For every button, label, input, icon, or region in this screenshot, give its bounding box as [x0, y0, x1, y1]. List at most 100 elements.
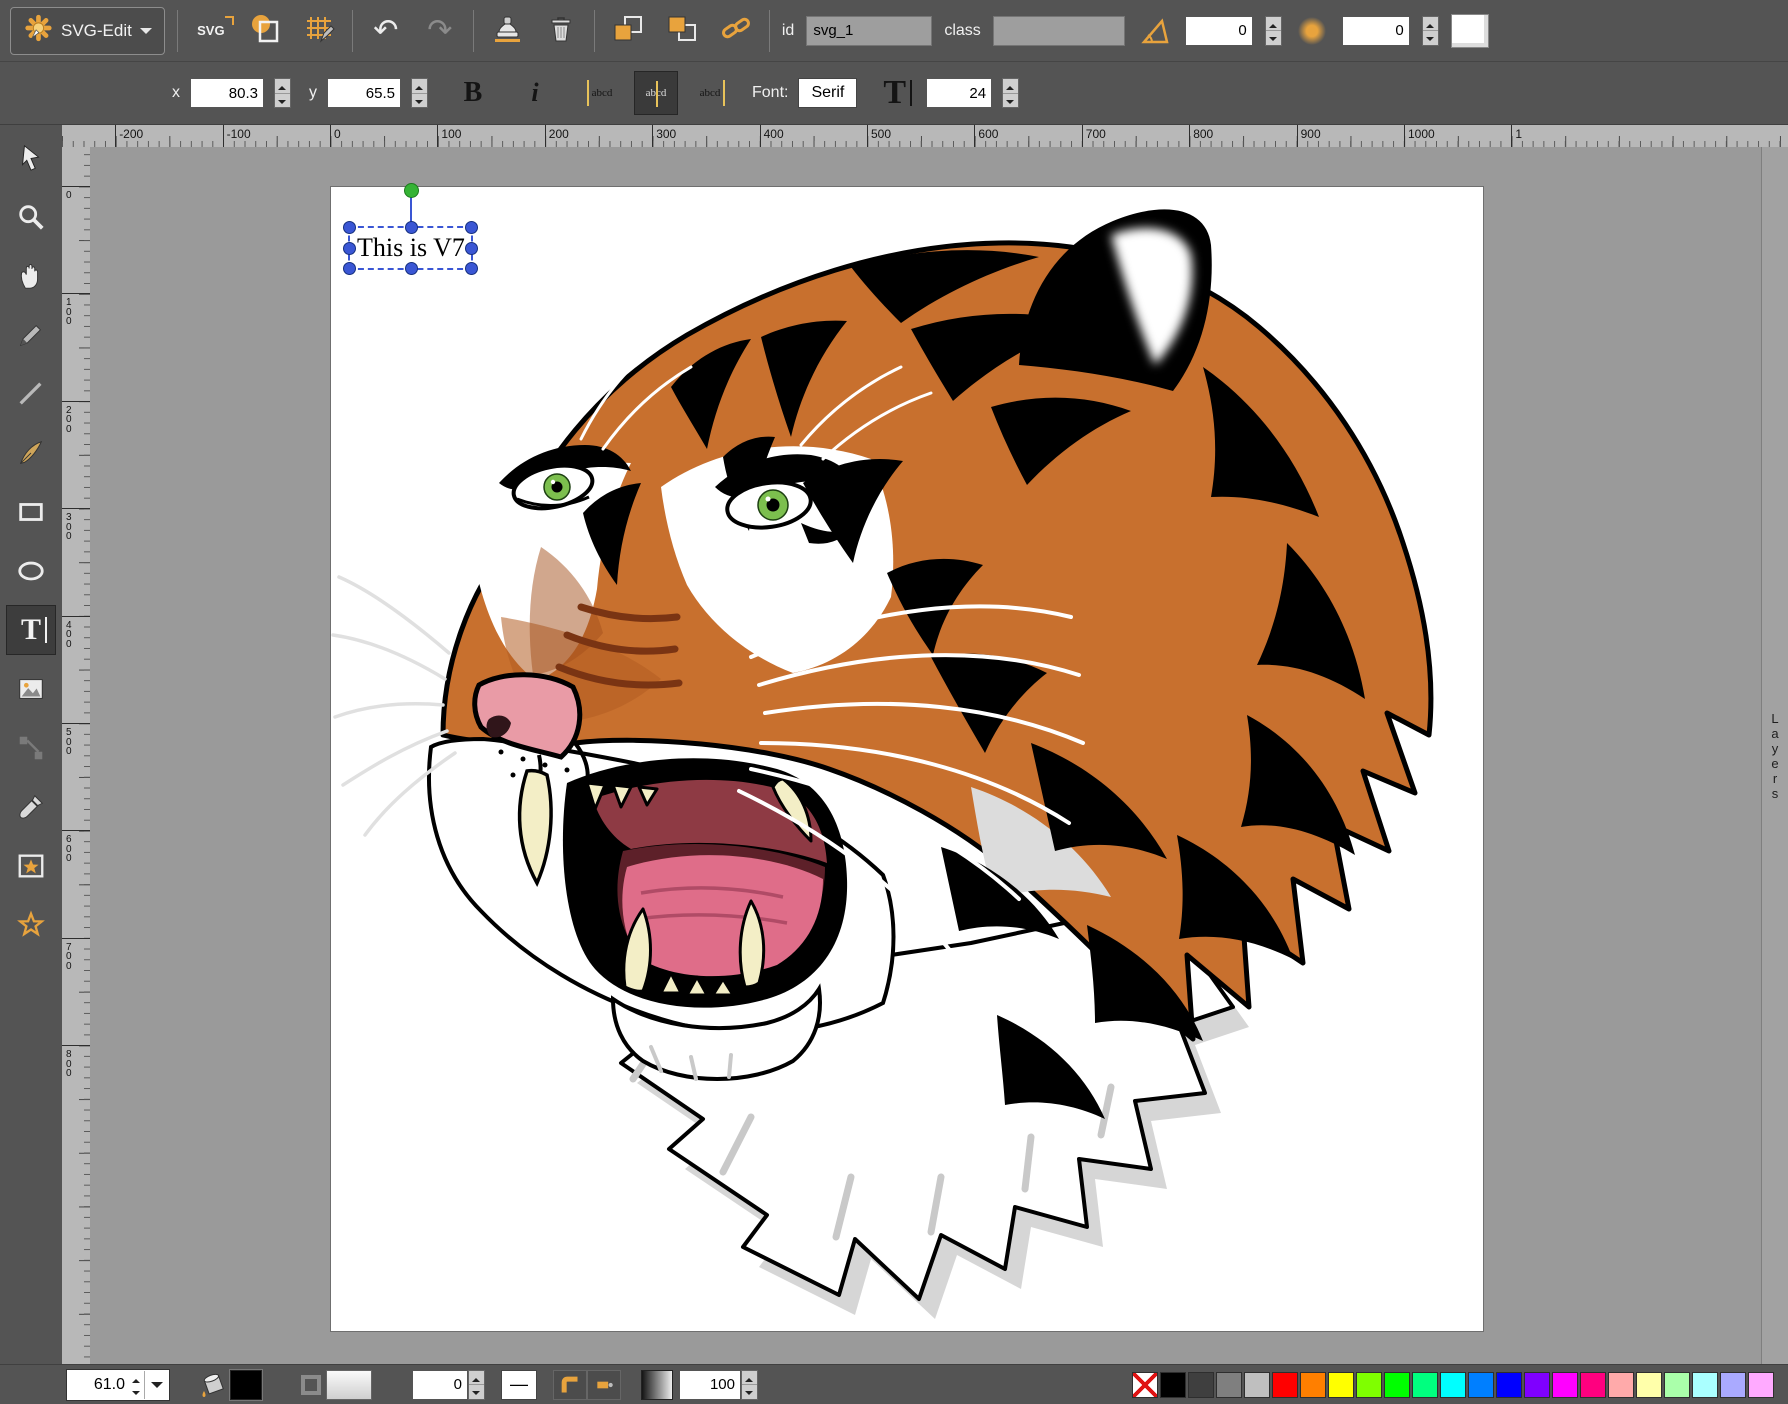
stroke-color-swatch[interactable] — [326, 1370, 372, 1400]
ruler-tick — [1404, 125, 1405, 147]
angle-spinner[interactable] — [1265, 16, 1282, 46]
palette-swatch[interactable] — [1496, 1372, 1522, 1398]
ellipse-tool[interactable] — [6, 546, 56, 596]
palette-swatch[interactable] — [1328, 1372, 1354, 1398]
palette-swatch[interactable] — [1412, 1372, 1438, 1398]
blur-spinner[interactable] — [1422, 16, 1439, 46]
palette-swatch[interactable] — [1160, 1372, 1186, 1398]
stroke-linecap-button[interactable] — [587, 1370, 621, 1400]
palette-swatch[interactable] — [1692, 1372, 1718, 1398]
text-anchor-middle-button[interactable]: abcd — [634, 71, 678, 115]
stroke-icon — [296, 1370, 326, 1400]
svg-canvas[interactable]: This is V7 — [330, 186, 1484, 1332]
palette-swatch[interactable] — [1440, 1372, 1466, 1398]
y-input[interactable] — [327, 78, 401, 108]
zoom-tool[interactable] — [6, 192, 56, 242]
star-tool[interactable] — [6, 900, 56, 950]
palette-swatch[interactable] — [1356, 1372, 1382, 1398]
redo-button[interactable]: ↷ — [419, 8, 461, 54]
fill-color-swatch[interactable] — [230, 1370, 262, 1400]
palette-swatch[interactable] — [1636, 1372, 1662, 1398]
zoom-control[interactable]: 61.0 — [66, 1369, 170, 1401]
blur-input[interactable] — [1342, 16, 1410, 46]
line-tool[interactable] — [6, 369, 56, 419]
x-input[interactable] — [190, 78, 264, 108]
palette-swatch[interactable] — [1552, 1372, 1578, 1398]
source-editor-button[interactable]: SVG — [190, 8, 232, 54]
zoom-dropdown-caret-icon[interactable] — [144, 1371, 169, 1399]
selection-handle-w[interactable] — [343, 242, 356, 255]
palette-swatch[interactable] — [1608, 1372, 1634, 1398]
palette-swatch-none[interactable] — [1132, 1372, 1158, 1398]
stroke-width-spinner[interactable] — [468, 1370, 485, 1400]
link-button[interactable] — [715, 8, 757, 54]
preferences-button[interactable] — [298, 8, 340, 54]
path-tool[interactable] — [6, 428, 56, 478]
palette-swatch[interactable] — [1720, 1372, 1746, 1398]
delete-button[interactable] — [540, 8, 582, 54]
document-properties-button[interactable] — [244, 8, 286, 54]
move-to-bottom-button[interactable] — [607, 8, 649, 54]
selection-handle-s[interactable] — [405, 262, 418, 275]
anchor-end-label: abcd — [700, 87, 721, 99]
rectangle-tool[interactable] — [6, 487, 56, 537]
bold-button[interactable]: B — [452, 70, 494, 116]
palette-swatch[interactable] — [1244, 1372, 1270, 1398]
selection-handle-ne[interactable] — [465, 221, 478, 234]
palette-swatch[interactable] — [1188, 1372, 1214, 1398]
opacity-gradient-swatch[interactable] — [641, 1370, 673, 1400]
stroke-width-input[interactable] — [412, 1370, 468, 1400]
text-anchor-end-button[interactable]: abcd — [688, 71, 732, 115]
font-label: Font: — [752, 84, 788, 102]
stroke-dash-button[interactable]: — — [501, 1370, 537, 1400]
eyedropper-tool[interactable] — [6, 782, 56, 832]
select-tool[interactable] — [6, 133, 56, 183]
palette-swatch[interactable] — [1468, 1372, 1494, 1398]
app-title: SVG-Edit — [61, 21, 132, 41]
font-size-spinner[interactable] — [1002, 78, 1019, 108]
logo-icon — [23, 13, 53, 48]
image-tool[interactable] — [6, 664, 56, 714]
move-to-top-button[interactable] — [661, 8, 703, 54]
font-family-button[interactable]: Serif — [798, 78, 857, 108]
id-input[interactable] — [806, 16, 932, 46]
connector-tool[interactable] — [6, 723, 56, 773]
selection-handle-sw[interactable] — [343, 262, 356, 275]
opacity-input[interactable] — [679, 1370, 741, 1400]
pan-tool[interactable] — [6, 251, 56, 301]
palette-swatch[interactable] — [1272, 1372, 1298, 1398]
main-menu-button[interactable]: SVG-Edit — [10, 7, 165, 55]
palette-swatch[interactable] — [1216, 1372, 1242, 1398]
class-input[interactable] — [993, 16, 1125, 46]
text-tool[interactable]: T — [6, 605, 56, 655]
shape-library-tool[interactable] — [6, 841, 56, 891]
angle-input[interactable] — [1185, 16, 1253, 46]
zoom-spinner[interactable] — [129, 1371, 144, 1399]
canvas-workspace[interactable]: This is V7 L a y e r s — [90, 147, 1788, 1364]
palette-swatch[interactable] — [1748, 1372, 1774, 1398]
palette-swatch[interactable] — [1384, 1372, 1410, 1398]
ruler-label: -100 — [227, 127, 251, 141]
palette-swatch[interactable] — [1300, 1372, 1326, 1398]
layers-panel-tab[interactable]: L a y e r s — [1761, 147, 1788, 1364]
text-anchor-start-button[interactable]: abcd — [580, 71, 624, 115]
y-spinner[interactable] — [411, 78, 428, 108]
font-size-input[interactable] — [926, 78, 992, 108]
palette-swatch[interactable] — [1664, 1372, 1690, 1398]
palette-swatch[interactable] — [1580, 1372, 1606, 1398]
selection-handle-n[interactable] — [405, 221, 418, 234]
stroke-linejoin-button[interactable] — [553, 1370, 587, 1400]
current-color-swatch[interactable] — [1451, 14, 1489, 48]
opacity-spinner[interactable] — [741, 1370, 758, 1400]
italic-button[interactable]: i — [514, 70, 556, 116]
selection-handle-e[interactable] — [465, 242, 478, 255]
rotation-handle[interactable] — [404, 183, 419, 198]
pencil-tool[interactable] — [6, 310, 56, 360]
palette-swatch[interactable] — [1524, 1372, 1550, 1398]
selection-handle-nw[interactable] — [343, 221, 356, 234]
undo-button[interactable]: ↶ — [365, 8, 407, 54]
selection-handle-se[interactable] — [465, 262, 478, 275]
tiger-artwork[interactable] — [331, 187, 1483, 1331]
clone-button[interactable] — [486, 8, 528, 54]
x-spinner[interactable] — [274, 78, 291, 108]
